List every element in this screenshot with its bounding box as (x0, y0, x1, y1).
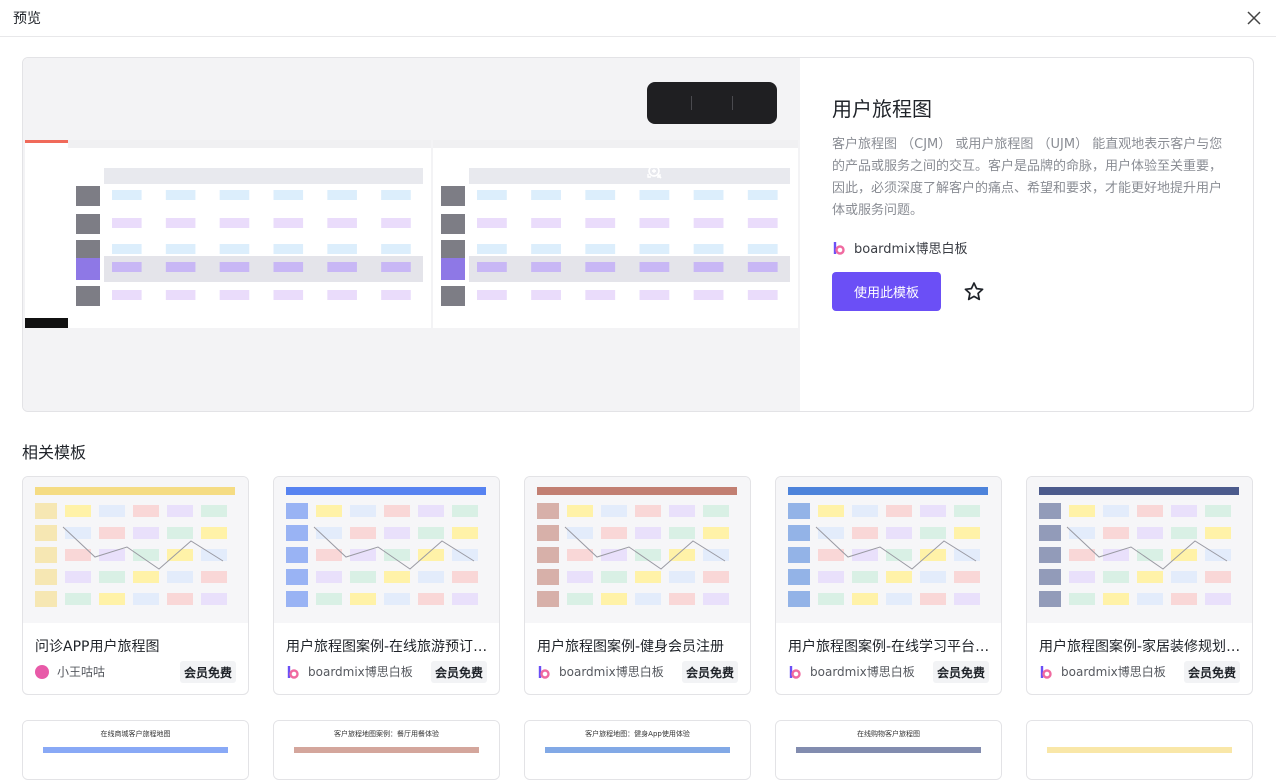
card-thumbnail: 在线购物客户旅程图 (776, 721, 1001, 779)
dialog-title: 预览 (13, 11, 41, 27)
card-thumbnail: 客户旅程地图案例：餐厅用餐体验 (274, 721, 499, 779)
close-icon[interactable] (1242, 6, 1266, 30)
card-thumbnail-graphic (537, 487, 737, 607)
card-author-name: boardmix博思白板 (810, 665, 915, 679)
template-card[interactable]: 客户旅程地图：健身App使用体验 (524, 720, 751, 780)
template-info: 用户旅程图 客户旅程图 （CJM） 或用户旅程图 （UJM） 能直观地表示客户与… (800, 58, 1253, 411)
card-author: boardmix博思白板 (788, 663, 915, 680)
card-title: 用户旅程图案例-家居装修规划App (1039, 639, 1244, 655)
template-card[interactable]: 在线商城客户旅程地图 (22, 720, 249, 780)
card-author: boardmix博思白板 (1039, 663, 1166, 680)
card-thumbnail: 在线商城客户旅程地图 (23, 721, 248, 779)
star-icon[interactable] (962, 280, 986, 304)
card-thumbnail-graphic (286, 487, 486, 607)
zoom-out-icon[interactable] (648, 88, 727, 179)
related-heading: 相关模板 (22, 443, 87, 462)
boardmix-logo-icon (789, 665, 801, 679)
card-thumbnail-title: 在线购物客户旅程图 (857, 730, 920, 738)
fullscreen-icon[interactable] (647, 88, 768, 178)
card-thumbnail-graphic (35, 487, 235, 607)
template-card[interactable]: 客户旅程地图案例：餐厅用餐体验 (273, 720, 500, 780)
card-thumbnail-strip (1047, 747, 1232, 753)
card-title: 用户旅程图案例-在线学习平台使用 (788, 639, 993, 655)
card-thumbnail-strip (796, 747, 981, 753)
dialog-header: 预览 (0, 0, 1276, 37)
card-thumbnail (525, 477, 750, 623)
card-author-name: boardmix博思白板 (308, 665, 413, 679)
template-preview: 用户旅程图 客户旅程图 （CJM） 或用户旅程图 （UJM） 能直观地表示客户与… (22, 57, 1254, 412)
template-card[interactable]: 问诊APP用户旅程图 小王咕咕 会员免费 (22, 476, 249, 695)
template-card[interactable]: 用户旅程图案例-家居装修规划App boardmix博思白板 会员免费 (1026, 476, 1253, 695)
author-name: boardmix博思白板 (854, 242, 968, 257)
card-thumbnail-strip (294, 747, 479, 753)
card-thumbnail (274, 477, 499, 623)
card-thumbnail (1027, 477, 1252, 623)
preview-canvas[interactable] (23, 58, 800, 411)
divider (732, 96, 734, 110)
template-card[interactable]: 用户旅程图案例-健身会员注册 boardmix博思白板 会员免费 (524, 476, 751, 695)
template-author[interactable]: boardmix博思白板 (832, 238, 968, 257)
use-template-button[interactable]: 使用此模板 (832, 272, 941, 311)
divider (690, 96, 692, 110)
card-thumbnail-title: 客户旅程地图：健身App使用体验 (585, 730, 690, 738)
member-free-badge: 会员免费 (179, 661, 236, 683)
boardmix-logo-icon (287, 665, 299, 679)
boardmix-logo-icon (538, 665, 550, 679)
boardmix-logo-icon (1040, 665, 1052, 679)
template-card[interactable]: 在线购物客户旅程图 (775, 720, 1002, 780)
card-thumbnail-title: 在线商城客户旅程地图 (100, 730, 171, 738)
card-author: boardmix博思白板 (286, 663, 413, 680)
card-author-name: 小王咕咕 (57, 665, 106, 679)
card-author: boardmix博思白板 (537, 663, 664, 680)
card-thumbnail (1027, 721, 1252, 779)
card-thumbnail (23, 477, 248, 623)
card-thumbnail (776, 477, 1001, 623)
template-card[interactable]: 用户旅程图案例-在线学习平台使用 boardmix博思白板 会员免费 (775, 476, 1002, 695)
card-title: 问诊APP用户旅程图 (35, 639, 160, 655)
card-author-name: boardmix博思白板 (1061, 665, 1166, 679)
template-card[interactable]: 用户旅程图案例-在线旅游预订平台 boardmix博思白板 会员免费 (273, 476, 500, 695)
card-author-name: boardmix博思白板 (559, 665, 664, 679)
member-free-badge: 会员免费 (932, 661, 989, 683)
boardmix-logo-icon (833, 241, 845, 255)
card-thumbnail-strip (545, 747, 730, 753)
card-title: 用户旅程图案例-在线旅游预订平台 (286, 639, 491, 655)
member-free-badge: 会员免费 (681, 661, 738, 683)
template-card[interactable] (1026, 720, 1253, 780)
card-thumbnail: 客户旅程地图：健身App使用体验 (525, 721, 750, 779)
member-free-badge: 会员免费 (1183, 661, 1240, 683)
card-thumbnail-graphic (788, 487, 988, 607)
template-title: 用户旅程图 (832, 97, 932, 121)
zoom-toolbar (647, 82, 777, 179)
card-thumbnail-strip (43, 747, 228, 753)
template-description: 客户旅程图 （CJM） 或用户旅程图 （UJM） 能直观地表示客户与您的产品或服… (832, 137, 1223, 218)
zoom-in-icon[interactable] (648, 88, 686, 179)
card-title: 用户旅程图案例-健身会员注册 (537, 639, 725, 655)
member-free-badge: 会员免费 (430, 661, 487, 683)
user-avatar-icon (35, 664, 49, 679)
preview-thumbnail (25, 140, 798, 328)
card-thumbnail-graphic (1039, 487, 1239, 607)
card-author: 小王咕咕 (35, 663, 105, 680)
card-thumbnail-title: 客户旅程地图案例：餐厅用餐体验 (334, 730, 439, 738)
